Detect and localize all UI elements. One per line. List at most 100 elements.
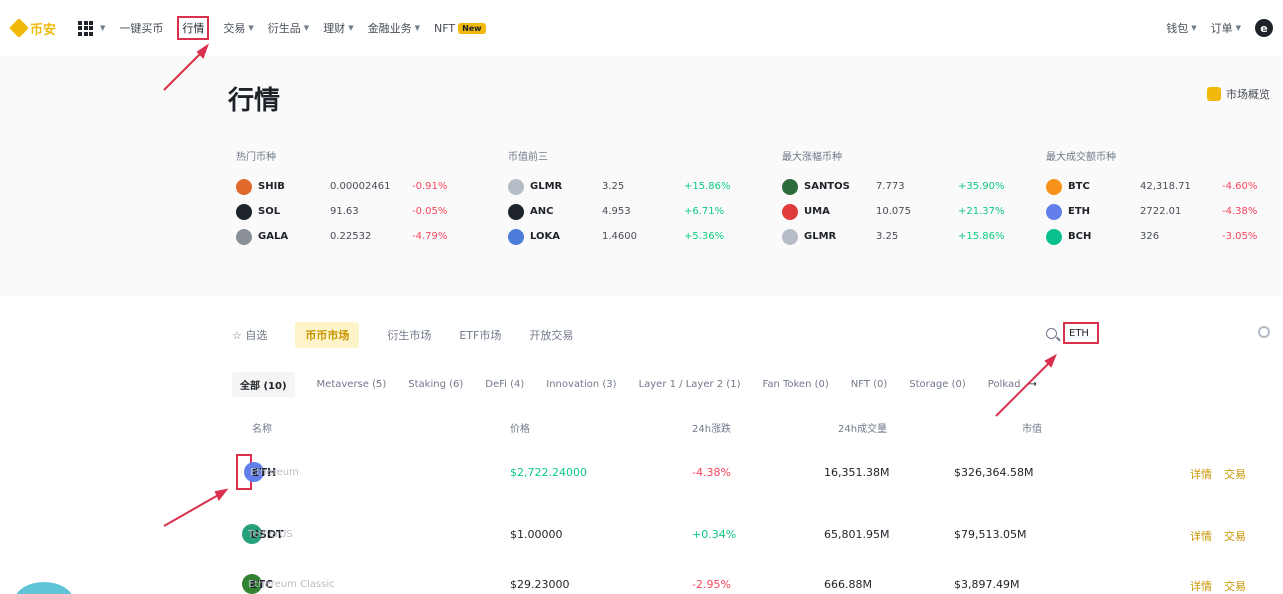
arrow-right-icon[interactable]: → — [1028, 379, 1036, 390]
search-box — [1046, 322, 1099, 344]
chip-layer[interactable]: Layer 1 / Layer 2 (1) — [639, 379, 741, 390]
nav-label: 订单 — [1210, 22, 1233, 35]
tab-label: 自选 — [245, 329, 268, 342]
trade-link[interactable]: 交易 — [1224, 528, 1246, 544]
highlight-row[interactable]: ETH 2722.01 -4.38% — [1046, 199, 1283, 224]
binance-logo[interactable]: 币安 — [9, 18, 57, 38]
highlight-row[interactable]: GLMR 3.25 +15.86% — [782, 224, 1032, 249]
nav-markets[interactable]: 行情 — [177, 16, 210, 40]
nav-label: 金融业务 — [367, 22, 412, 35]
nav-trade[interactable]: 交易 ▼ — [223, 20, 253, 36]
highlight-change: +35.90% — [958, 181, 1005, 192]
header-change[interactable]: 24h涨跌 — [692, 420, 731, 435]
highlight-symbol: BTC — [1068, 181, 1090, 192]
nav-orders[interactable]: 订单 ▼ — [1211, 20, 1241, 36]
highlight-row[interactable]: BTC 42,318.71 -4.60% — [1046, 174, 1283, 199]
chip-storage[interactable]: Storage (0) — [909, 379, 965, 390]
highlight-row[interactable]: ANC 4.953 +6.71% — [508, 199, 758, 224]
table-row[interactable]: ETH Ethereum $2,722.24000 -4.38% 16,351.… — [232, 448, 1272, 496]
details-link[interactable]: 详情 — [1190, 578, 1212, 594]
apps-menu[interactable]: ▼ — [78, 20, 105, 36]
chat-bubble[interactable] — [14, 582, 74, 594]
highlight-price: 1.4600 — [602, 231, 637, 242]
nav-nft[interactable]: NFT New — [434, 22, 486, 35]
nav-earn[interactable]: 理财 ▼ — [323, 20, 353, 36]
highlight-price: 3.25 — [602, 181, 625, 192]
coin-price: $1.00000 — [510, 528, 563, 541]
highlight-row[interactable]: LOKA 1.4600 +5.36% — [508, 224, 758, 249]
details-link[interactable]: 详情 — [1190, 528, 1212, 544]
highlight-column: 币值前三 GLMR 3.25 +15.86% ANC 4.953 +6.71% … — [508, 148, 758, 249]
header-volume[interactable]: 24h成交量 — [838, 420, 887, 435]
highlight-change: -4.79% — [412, 231, 448, 242]
table-row[interactable]: ETC Ethereum Classic $29.23000 -2.95% 66… — [232, 560, 1272, 594]
highlight-row[interactable]: SHIB 0.00002461 -0.91% — [236, 174, 486, 199]
chip-all[interactable]: 全部 (10) — [232, 372, 295, 397]
highlight-symbol: ETH — [1068, 206, 1091, 217]
trade-link[interactable]: 交易 — [1224, 578, 1246, 594]
coin-price: $29.23000 — [510, 578, 570, 591]
coin-name-cell[interactable]: ETC Ethereum Classic — [236, 566, 335, 594]
nav-wallet[interactable]: 钱包 ▼ — [1166, 20, 1196, 36]
tab-etf[interactable]: ETF市场 — [459, 327, 501, 343]
highlight-change: +5.36% — [684, 231, 725, 242]
highlight-price: 4.953 — [602, 206, 631, 217]
highlight-row[interactable]: BCH 326 -3.05% — [1046, 224, 1283, 249]
header-mcap[interactable]: 市值 — [1022, 420, 1042, 435]
search-input[interactable] — [1063, 322, 1099, 344]
highlight-price: 91.63 — [330, 206, 359, 217]
coin-name-cell[interactable]: ETH Ethereum — [236, 454, 299, 490]
highlight-row[interactable]: SANTOS 7.773 +35.90% — [782, 174, 1032, 199]
nav-label: 交易 — [223, 22, 246, 35]
highlight-title: 最大成交额币种 — [1046, 152, 1116, 163]
highlight-change: +15.86% — [684, 181, 731, 192]
search-icon[interactable] — [1046, 327, 1057, 339]
header-name[interactable]: 名称 — [252, 420, 272, 435]
chip-staking[interactable]: Staking (6) — [408, 379, 463, 390]
highlight-column: 最大成交额币种 BTC 42,318.71 -4.60% ETH 2722.01… — [1046, 148, 1283, 249]
coin-name-cell[interactable]: USDT TetherUS — [236, 516, 293, 552]
tab-futures[interactable]: 衍生市场 — [387, 327, 431, 343]
nav-buy-crypto[interactable]: 一键买币 — [119, 20, 163, 36]
chip-innovation[interactable]: Innovation (3) — [546, 379, 616, 390]
nav-derivatives[interactable]: 衍生品 ▼ — [268, 20, 309, 36]
chevron-down-icon: ▼ — [1235, 24, 1241, 32]
header-price[interactable]: 价格 — [510, 420, 530, 435]
details-link[interactable]: 详情 — [1190, 466, 1212, 482]
coin-icon — [236, 203, 252, 220]
chip-metaverse[interactable]: Metaverse (5) — [317, 379, 387, 390]
nav-label: NFT — [433, 21, 456, 35]
highlight-symbol: LOKA — [530, 231, 561, 242]
trade-link[interactable]: 交易 — [1224, 466, 1246, 482]
settings-icon[interactable] — [1258, 326, 1270, 338]
highlight-row[interactable]: UMA 10.075 +21.37% — [782, 199, 1032, 224]
logo-text: 币安 — [30, 22, 57, 38]
tab-open[interactable]: 开放交易 — [529, 327, 573, 343]
highlight-row[interactable]: GLMR 3.25 +15.86% — [508, 174, 758, 199]
highlight-row[interactable]: GALA 0.22532 -4.79% — [236, 224, 486, 249]
highlight-title: 币值前三 — [508, 152, 548, 163]
highlight-symbol: GLMR — [804, 231, 837, 242]
coin-icon — [782, 228, 798, 245]
highlight-change: -4.60% — [1222, 181, 1258, 192]
coin-change: +0.34% — [692, 528, 737, 541]
chevron-down-icon: ▼ — [414, 24, 420, 32]
tab-spot[interactable]: 币币市场 — [295, 322, 360, 348]
coin-change: -4.38% — [692, 466, 731, 479]
highlight-row[interactable]: SOL 91.63 -0.05% — [236, 199, 486, 224]
coin-mcap: $79,513.05M — [954, 528, 1027, 541]
highlight-symbol: BCH — [1068, 231, 1092, 242]
chip-polkadot[interactable]: Polkad — [988, 379, 1021, 390]
highlight-change: +21.37% — [958, 206, 1005, 217]
tab-favorites[interactable]: ☆ 自选 — [232, 327, 267, 343]
avatar[interactable]: e — [1255, 19, 1273, 37]
chip-defi[interactable]: DeFi (4) — [485, 379, 524, 390]
chip-nft[interactable]: NFT (0) — [851, 379, 888, 390]
table-row[interactable]: USDT TetherUS $1.00000 +0.34% 65,801.95M… — [232, 510, 1272, 558]
market-overview-button[interactable]: 市场概览 — [1207, 86, 1270, 102]
highlight-price: 0.22532 — [330, 231, 372, 242]
nav-finance[interactable]: 金融业务 ▼ — [368, 20, 420, 36]
chip-fan-token[interactable]: Fan Token (0) — [762, 379, 828, 390]
coin-icon — [508, 228, 524, 245]
chevron-down-icon: ▼ — [248, 24, 254, 32]
